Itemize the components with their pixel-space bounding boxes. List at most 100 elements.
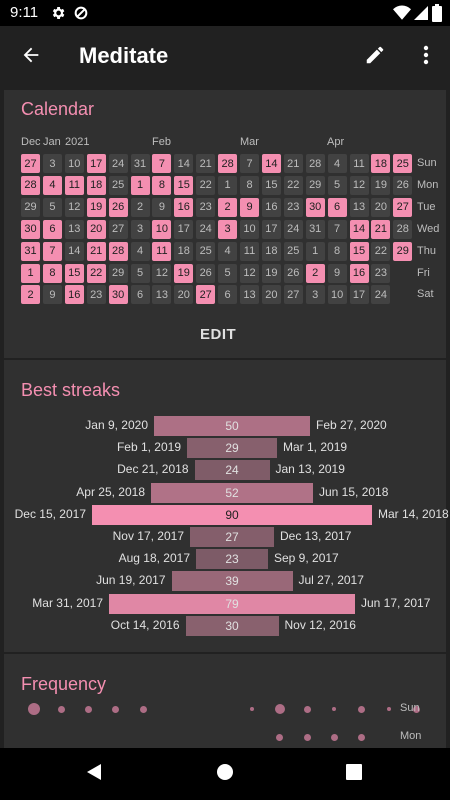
calendar-day[interactable]: 6 [130,285,150,305]
calendar-day[interactable]: 28 [21,175,40,195]
calendar-day[interactable]: 4 [218,241,238,261]
calendar-day[interactable]: 29 [305,175,325,195]
calendar-day[interactable]: 26 [196,263,216,283]
calendar-day[interactable]: 11 [240,241,259,261]
calendar-day[interactable]: 13 [349,197,369,217]
calendar-day[interactable]: 5 [42,197,62,217]
calendar-day[interactable]: 1 [130,175,150,195]
calendar-day[interactable]: 18 [371,154,391,173]
calendar-day[interactable]: 18 [261,241,281,261]
calendar-day[interactable]: 11 [64,175,84,195]
calendar-day[interactable]: 21 [283,154,303,173]
calendar-day[interactable]: 24 [371,285,391,305]
calendar-day[interactable]: 25 [108,175,128,195]
more-options-button[interactable] [408,38,444,76]
calendar-day[interactable]: 9 [42,285,62,305]
calendar-day[interactable]: 4 [42,175,62,195]
calendar-day[interactable]: 23 [196,197,216,217]
calendar-day[interactable]: 16 [261,197,281,217]
calendar-day[interactable]: 10 [152,219,172,239]
calendar-day[interactable]: 29 [393,241,413,261]
calendar-day[interactable]: 20 [174,285,194,305]
calendar-day[interactable]: 3 [218,219,238,239]
calendar-day[interactable]: 7 [240,154,259,173]
calendar-day[interactable]: 15 [349,241,369,261]
calendar-day[interactable]: 18 [174,241,194,261]
calendar-day[interactable]: 12 [64,197,84,217]
calendar-day[interactable]: 3 [130,219,150,239]
calendar-day[interactable]: 14 [349,219,369,239]
calendar-day[interactable]: 17 [174,219,194,239]
calendar-day[interactable]: 19 [174,263,194,283]
calendar-day[interactable]: 8 [42,263,62,283]
calendar-day[interactable]: 9 [152,197,172,217]
calendar-day[interactable]: 13 [152,285,172,305]
calendar-day[interactable]: 7 [42,241,62,261]
calendar-day[interactable]: 5 [218,263,238,283]
nav-home-button[interactable] [207,758,243,790]
calendar-day[interactable]: 8 [240,175,259,195]
calendar-day[interactable]: 6 [218,285,238,305]
calendar-day[interactable]: 15 [64,263,84,283]
calendar-day[interactable]: 27 [393,197,413,217]
habit-detail-content[interactable]: Calendar Dec Jan 2021 Feb Mar Apr 27 28 29… [0,88,450,748]
calendar-day[interactable]: 30 [305,197,325,217]
calendar-day[interactable]: 20 [86,219,106,239]
calendar-day[interactable]: 6 [327,197,347,217]
calendar-day[interactable]: 26 [283,263,303,283]
calendar-day[interactable]: 15 [174,175,194,195]
calendar-edit-button[interactable]: EDIT [200,326,236,343]
calendar-day[interactable]: 25 [393,154,413,173]
calendar-day[interactable]: 1 [218,175,238,195]
calendar-day[interactable]: 10 [64,154,84,173]
calendar-day[interactable]: 10 [327,285,347,305]
back-button[interactable] [12,38,50,76]
calendar-day[interactable]: 15 [261,175,281,195]
edit-habit-button[interactable] [356,38,394,76]
calendar-day[interactable]: 3 [305,285,325,305]
calendar-day[interactable]: 24 [283,219,303,239]
calendar-day[interactable]: 2 [305,263,325,283]
calendar-day[interactable]: 2 [21,285,40,305]
calendar-day[interactable]: 4 [327,154,347,173]
calendar-day[interactable]: 28 [305,154,325,173]
calendar-day[interactable]: 21 [196,154,216,173]
calendar-day[interactable]: 14 [174,154,194,173]
calendar-day[interactable]: 14 [261,154,281,173]
calendar-day[interactable]: 27 [196,285,216,305]
calendar-day[interactable]: 5 [130,263,150,283]
calendar-day[interactable]: 14 [64,241,84,261]
calendar-day[interactable]: 20 [371,197,391,217]
calendar-day[interactable]: 17 [86,154,106,173]
calendar-day[interactable]: 29 [108,263,128,283]
calendar-day[interactable]: 2 [130,197,150,217]
calendar-day[interactable]: 8 [152,175,172,195]
calendar-day[interactable]: 1 [21,263,40,283]
calendar-day[interactable]: 17 [261,219,281,239]
calendar-day[interactable]: 18 [86,175,106,195]
calendar-day[interactable]: 26 [108,197,128,217]
calendar-day[interactable]: 29 [21,197,40,217]
calendar-day[interactable]: 28 [393,219,413,239]
calendar-day[interactable]: 23 [86,285,106,305]
calendar-day[interactable]: 26 [393,175,413,195]
calendar-day[interactable]: 16 [174,197,194,217]
calendar-day[interactable]: 19 [371,175,391,195]
calendar-day[interactable]: 2 [218,197,238,217]
calendar-day[interactable]: 28 [108,241,128,261]
calendar-day[interactable]: 12 [240,263,259,283]
nav-back-button[interactable] [76,758,112,790]
calendar-day[interactable]: 31 [305,219,325,239]
calendar-day[interactable]: 22 [283,175,303,195]
calendar-day[interactable]: 11 [152,241,172,261]
calendar-day[interactable]: 30 [108,285,128,305]
calendar-day[interactable]: 23 [371,263,391,283]
calendar-day[interactable]: 1 [305,241,325,261]
calendar-day[interactable]: 7 [152,154,172,173]
calendar-day[interactable]: 22 [196,175,216,195]
calendar-day[interactable]: 13 [240,285,259,305]
calendar-day[interactable]: 31 [21,241,40,261]
calendar-day[interactable]: 28 [218,154,238,173]
calendar-day[interactable]: 21 [86,241,106,261]
calendar-day[interactable]: 12 [152,263,172,283]
